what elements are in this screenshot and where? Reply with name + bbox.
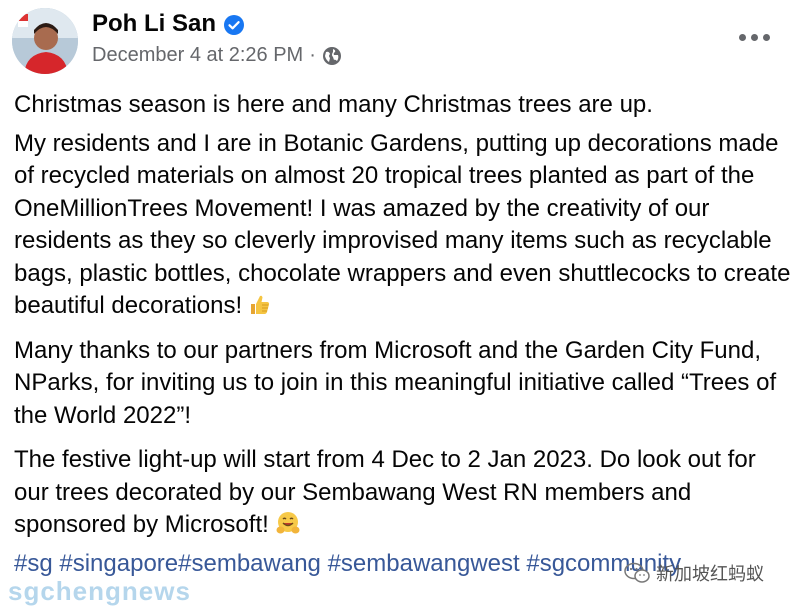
post-header: Poh Li San December 4 at 2:26 PM · [0, 0, 798, 90]
more-options-icon[interactable] [734, 22, 774, 52]
avatar[interactable] [12, 8, 78, 74]
post-body: Christmas season is here and many Christ… [14, 89, 792, 580]
post-paragraph: The festive light-up will start from 4 D… [14, 444, 792, 542]
author-name-row: Poh Li San [92, 10, 245, 38]
hashtag-link[interactable]: #sembawangwest [328, 550, 520, 577]
more-dot [750, 33, 758, 41]
site-watermark: sgchengnews [8, 576, 191, 606]
post-meta: December 4 at 2:26 PM · [92, 44, 342, 67]
post-paragraph: Many thanks to our partners from Microso… [14, 336, 777, 429]
hugging-face-emoji [275, 510, 300, 534]
wechat-watermark: 新加坡红蚂蚁 [624, 560, 764, 586]
hashtag-link[interactable]: #sembawang [178, 550, 321, 577]
post-paragraph: Christmas season is here and many Christ… [14, 91, 653, 118]
globe-icon[interactable] [322, 46, 342, 66]
paragraph-text: My residents and I are in Botanic Garden… [14, 129, 791, 320]
author-name[interactable]: Poh Li San [92, 10, 216, 38]
meta-separator: · [309, 44, 316, 66]
more-dot [738, 33, 746, 41]
hashtag-link[interactable]: #singapore [59, 550, 178, 577]
hashtag-link[interactable]: #sg [14, 550, 53, 577]
post-timestamp[interactable]: December 4 at 2:26 PM [92, 44, 303, 67]
paragraph-text: The festive light-up will start from 4 D… [14, 446, 756, 538]
thumbs-up-emoji [248, 293, 272, 317]
more-dot [762, 33, 770, 41]
verified-badge-icon [224, 14, 245, 35]
wechat-icon [624, 562, 650, 584]
post-paragraph: My residents and I are in Botanic Garden… [14, 128, 792, 323]
wechat-account-name: 新加坡红蚂蚁 [656, 564, 764, 584]
